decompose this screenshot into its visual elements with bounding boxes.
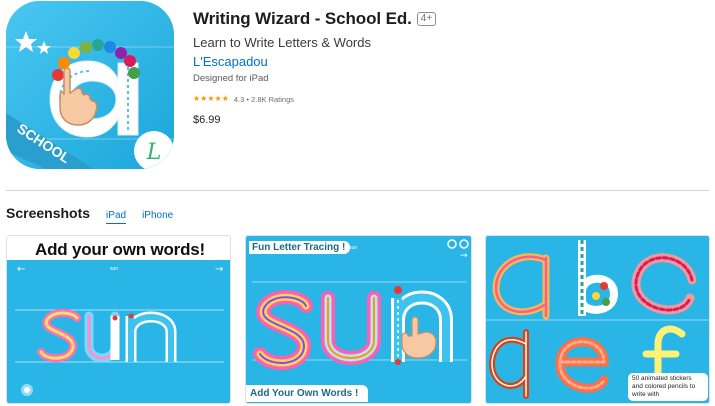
tab-iphone[interactable]: iPhone	[142, 210, 173, 224]
app-icon: SCHOOL L	[6, 1, 174, 169]
screenshot-2-word-label: sun	[349, 245, 358, 251]
svg-text:→: →	[215, 264, 223, 275]
star-icon: ★	[221, 94, 229, 103]
screenshot-2-headline: Fun Letter Tracing !	[249, 241, 351, 254]
screenshot-1[interactable]: ← → Add your own words! sun	[6, 235, 231, 404]
star-icon: ★	[207, 94, 215, 103]
rating-row: ★ ★ ★ ★ ★ 4.3 • 2.8K Ratings	[193, 93, 693, 105]
app-title: Writing Wizard - School Ed.	[193, 9, 412, 28]
screenshot-1-word-label: sun	[110, 266, 119, 272]
star-icon: ★	[214, 94, 222, 103]
screenshot-1-headline: Add your own words!	[35, 240, 205, 259]
price: $6.99	[193, 114, 221, 126]
screenshot-3[interactable]: 50 animated stickers and colored pencils…	[485, 235, 710, 404]
screenshot-2[interactable]: → Fun Letter Tracing ! sun Add Your Own …	[245, 235, 472, 404]
section-divider	[6, 190, 709, 191]
developer-link[interactable]: L'Escapadou	[193, 54, 693, 69]
app-info: Writing Wizard - School Ed. 4+ Learn to …	[193, 8, 693, 126]
star-icon: ★	[193, 94, 201, 103]
svg-text:←: ←	[17, 264, 25, 275]
screenshot-3-caption: 50 animated stickers and colored pencils…	[628, 373, 708, 401]
svg-text:→: →	[460, 251, 468, 261]
title-row: Writing Wizard - School Ed. 4+	[193, 8, 693, 30]
app-subtitle: Learn to Write Letters & Words	[193, 35, 371, 50]
device-tabs: iPad iPhone	[106, 210, 173, 224]
screenshots-header: Screenshots iPad iPhone	[6, 205, 173, 224]
star-rating: ★ ★ ★ ★ ★	[193, 95, 229, 103]
tab-ipad[interactable]: iPad	[106, 210, 127, 224]
star-icon: ★	[200, 94, 208, 103]
rating-text: 4.3 • 2.8K Ratings	[233, 94, 295, 104]
screenshot-2-footer: Add Your Own Words !	[246, 385, 368, 402]
icon-badge-letter: L	[146, 140, 162, 165]
platform-label: Designed for iPad	[193, 73, 269, 84]
age-rating-badge: 4+	[416, 12, 437, 26]
screenshots-title: Screenshots	[6, 205, 91, 221]
